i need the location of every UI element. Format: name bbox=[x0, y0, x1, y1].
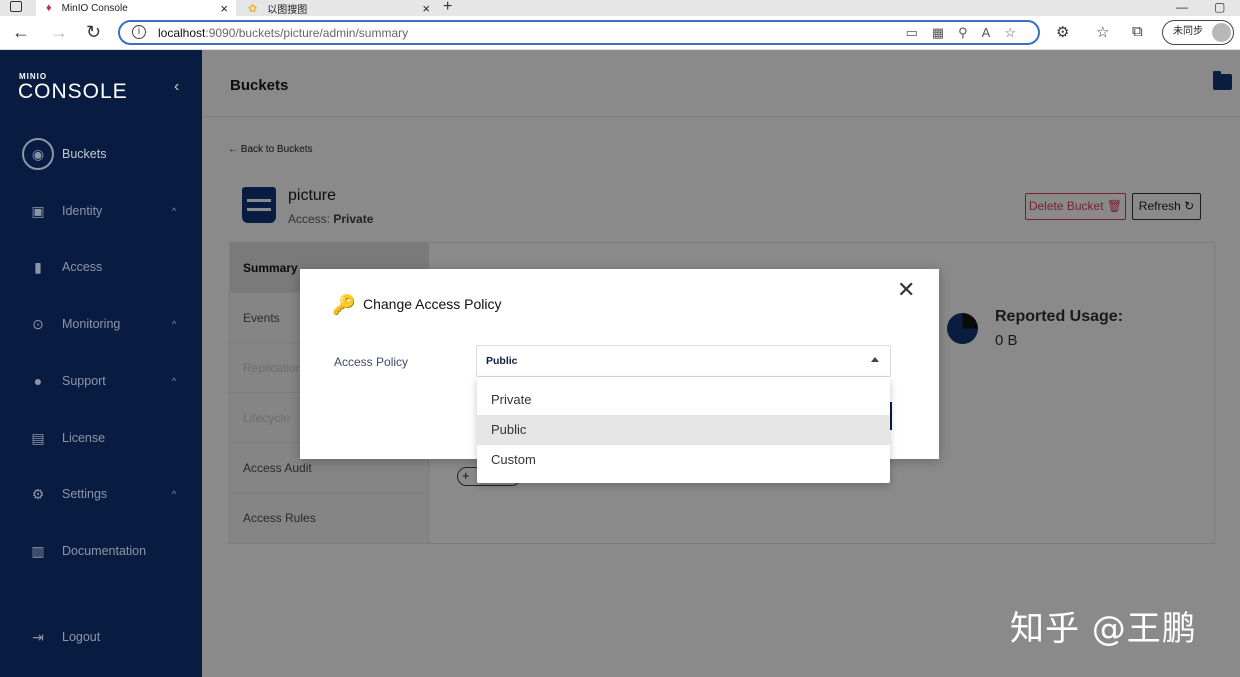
usage-label: Reported Usage: bbox=[995, 308, 1124, 325]
tab-title: 以图搜图 bbox=[267, 4, 308, 16]
bucket-name: picture bbox=[288, 187, 337, 204]
url-path: :9090/buckets/picture/admin/summary bbox=[205, 26, 409, 40]
lock-icon: ▮ bbox=[34, 258, 42, 275]
site-info-icon[interactable]: i bbox=[132, 25, 146, 39]
bucket-icon: ◉ bbox=[22, 138, 54, 170]
reload-icon[interactable]: ↻ bbox=[86, 22, 101, 43]
close-tab-icon[interactable]: × bbox=[220, 1, 228, 16]
sidebar-item-support[interactable]: ● Support ^ bbox=[0, 361, 202, 401]
browser-tab-bar: ♦ MinIO Console × ✿ 以图搜图 × + — ▢ bbox=[0, 0, 1240, 16]
usage-value: 0 B bbox=[995, 332, 1018, 349]
sidebar-item-identity[interactable]: ▣ Identity ^ bbox=[0, 191, 202, 231]
gear-icon: ⚙ bbox=[31, 485, 45, 502]
sidebar: MINIO CONSOLE ‹ ◉ Buckets ▣ Identity ^ ▮… bbox=[0, 50, 202, 677]
address-bar[interactable]: i localhost:9090/buckets/picture/admin/s… bbox=[118, 20, 1040, 45]
delete-bucket-label: Delete Bucket bbox=[1028, 199, 1104, 213]
chevron-up-icon: ^ bbox=[172, 489, 177, 499]
sidebar-item-label: Documentation bbox=[62, 544, 147, 558]
option-private[interactable]: Private bbox=[477, 385, 890, 415]
collections-icon[interactable]: ⧉ bbox=[1132, 23, 1143, 40]
page-header: Buckets bbox=[202, 50, 1240, 117]
minimize-icon[interactable]: — bbox=[1176, 0, 1188, 14]
restore-icon[interactable]: ▢ bbox=[1214, 0, 1225, 14]
sidebar-item-label: Support bbox=[62, 374, 106, 388]
refresh-button[interactable]: Refresh ↻ bbox=[1132, 193, 1201, 220]
access-policy-label: Access Policy bbox=[334, 355, 409, 369]
monitor-icon: ⊙ bbox=[32, 315, 44, 332]
caret-up-icon bbox=[871, 357, 879, 362]
identity-icon: ▣ bbox=[31, 202, 45, 219]
option-custom[interactable]: Custom bbox=[477, 445, 890, 475]
sidebar-item-label: Monitoring bbox=[62, 317, 121, 331]
sidebar-item-license[interactable]: ▤ License bbox=[0, 418, 202, 458]
option-public[interactable]: Public bbox=[477, 415, 890, 445]
watermark: 知乎 @王鹏 bbox=[1010, 609, 1197, 649]
bucket-icon bbox=[242, 187, 276, 223]
forward-arrow-icon[interactable]: → bbox=[50, 22, 68, 43]
tab-title: MinIO Console bbox=[61, 2, 128, 14]
chevron-up-icon: ^ bbox=[172, 319, 177, 329]
logo-product: CONSOLE bbox=[18, 80, 128, 103]
extensions-icon[interactable]: ⚙ bbox=[1056, 23, 1069, 41]
bucket-access: Access: Private bbox=[288, 212, 373, 226]
sync-label: 未同步 bbox=[1173, 26, 1203, 37]
refresh-label: Refresh bbox=[1138, 199, 1181, 213]
new-tab-icon[interactable]: + bbox=[443, 0, 452, 16]
trash-icon: 🗑 bbox=[1106, 199, 1123, 213]
page-title: Buckets bbox=[230, 77, 289, 94]
sidebar-item-label: Settings bbox=[62, 487, 108, 501]
sidebar-item-documentation[interactable]: ▥ Documentation bbox=[0, 531, 202, 571]
minio-favicon-icon: ♦ bbox=[46, 2, 52, 14]
folder-icon[interactable] bbox=[1213, 71, 1232, 90]
sidebar-item-label: Buckets bbox=[62, 147, 107, 161]
close-tab-icon[interactable]: × bbox=[422, 1, 430, 16]
sidebar-item-label: Identity bbox=[62, 204, 103, 218]
logout-icon: ⇥ bbox=[32, 628, 44, 645]
delete-bucket-button[interactable]: Delete Bucket 🗑 bbox=[1025, 193, 1126, 220]
sidebar-item-label: License bbox=[62, 431, 106, 445]
sidebar-item-monitoring[interactable]: ⊙ Monitoring ^ bbox=[0, 304, 202, 344]
refresh-icon: ↻ bbox=[1184, 199, 1195, 213]
profile-sync-button[interactable]: 未同步 bbox=[1162, 20, 1234, 45]
tab-access-rules[interactable]: Access Rules bbox=[230, 493, 430, 543]
access-prefix: Access: bbox=[288, 212, 331, 226]
modal-title: Change Access Policy bbox=[363, 296, 502, 312]
docs-icon: ▥ bbox=[31, 542, 45, 559]
support-icon: ● bbox=[33, 373, 43, 389]
access-value: Private bbox=[333, 212, 374, 226]
license-icon: ▤ bbox=[31, 429, 45, 446]
key-icon: 🔑 bbox=[332, 295, 356, 316]
sidebar-item-label: Access bbox=[62, 260, 103, 274]
usage-pie-icon bbox=[947, 313, 978, 344]
chevron-up-icon: ^ bbox=[172, 376, 177, 386]
sidebar-item-logout[interactable]: ⇥ Logout bbox=[0, 617, 202, 657]
image-search-favicon-icon: ✿ bbox=[248, 2, 258, 15]
access-policy-select[interactable]: Public bbox=[476, 345, 891, 377]
address-bar-actions[interactable]: ▭▦⚲A☆ bbox=[906, 25, 1030, 41]
access-policy-options: Private Public Custom bbox=[477, 377, 890, 483]
select-value: Public bbox=[486, 355, 518, 367]
back-arrow-icon[interactable]: ← bbox=[12, 22, 30, 43]
tab-actions-icon[interactable] bbox=[10, 1, 22, 12]
sidebar-item-label: Logout bbox=[62, 630, 101, 644]
back-link-label: Back to Buckets bbox=[240, 144, 313, 155]
sidebar-item-settings[interactable]: ⚙ Settings ^ bbox=[0, 474, 202, 514]
chevron-up-icon: ^ bbox=[172, 206, 177, 216]
collapse-sidebar-icon[interactable]: ‹ bbox=[174, 78, 179, 96]
browser-toolbar: ← → ↻ i localhost:9090/buckets/picture/a… bbox=[0, 16, 1240, 50]
sidebar-item-buckets[interactable]: ◉ Buckets bbox=[0, 134, 202, 174]
browser-tab-minio[interactable]: ♦ MinIO Console × bbox=[36, 0, 236, 16]
url-text: localhost:9090/buckets/picture/admin/sum… bbox=[158, 26, 408, 40]
browser-tab-image-search[interactable]: ✿ 以图搜图 × bbox=[238, 0, 438, 16]
favorites-icon[interactable]: ☆ bbox=[1096, 23, 1109, 41]
close-icon[interactable]: ✕ bbox=[897, 277, 915, 303]
avatar bbox=[1212, 23, 1231, 42]
sidebar-item-access[interactable]: ▮ Access bbox=[0, 247, 202, 287]
url-host: localhost bbox=[158, 26, 206, 40]
back-to-buckets-link[interactable]: ← Back to Buckets bbox=[228, 144, 312, 155]
